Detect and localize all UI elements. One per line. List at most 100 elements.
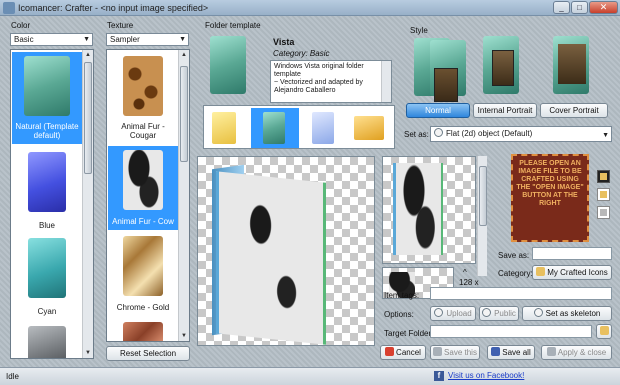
save-as-field[interactable] bbox=[532, 247, 612, 260]
save-icon bbox=[433, 347, 443, 356]
texture-item-label: Chrome - Gold bbox=[116, 303, 170, 312]
scroll-up-icon[interactable]: ▲ bbox=[179, 50, 189, 60]
facebook-link[interactable]: Visit us on Facebook! bbox=[448, 371, 524, 380]
texture-list-scrollbar[interactable]: ▲ ▼ bbox=[178, 50, 189, 341]
save-all-button[interactable]: Save all bbox=[487, 345, 535, 360]
texture-item-cow[interactable]: Animal Fur - Cow bbox=[108, 146, 178, 230]
color-item-gray[interactable] bbox=[12, 322, 82, 358]
template-strip-selected[interactable] bbox=[251, 108, 299, 148]
status-text: Idle bbox=[6, 372, 19, 381]
edit-icon bbox=[600, 209, 607, 216]
cover-image bbox=[558, 44, 586, 84]
folder-icon bbox=[600, 191, 607, 198]
radio-icon bbox=[434, 128, 443, 137]
scroll-thumb[interactable] bbox=[180, 66, 188, 162]
open-image-message: PLEASE OPEN AN IMAGE FILE TO BE CRAFTED … bbox=[511, 154, 589, 242]
folder-icon bbox=[599, 326, 609, 335]
color-dropdown[interactable]: Basic ▼ bbox=[10, 33, 93, 46]
save-all-label: Save all bbox=[502, 348, 531, 357]
set-as-skeleton-option[interactable]: Set as skeleton bbox=[522, 306, 612, 321]
small-preview-folder bbox=[393, 163, 443, 255]
template-category: Category: Basic bbox=[273, 49, 330, 58]
style-label: Style bbox=[410, 26, 428, 35]
set-as-dropdown[interactable]: Flat (2d) object (Default) ▼ bbox=[430, 126, 612, 142]
main-area: Color Basic ▼ Natural (Template default)… bbox=[0, 16, 620, 367]
style-cover-portrait-button[interactable]: Cover Portrait bbox=[540, 103, 608, 118]
close-button[interactable]: ✕ bbox=[589, 1, 618, 14]
open-image-button[interactable] bbox=[597, 170, 610, 183]
scroll-down-icon[interactable]: ▼ bbox=[83, 348, 93, 358]
preview-size: 128 x bbox=[459, 278, 479, 287]
facebook-icon[interactable]: f bbox=[434, 371, 444, 381]
save-this-button[interactable]: Save this bbox=[430, 345, 480, 360]
close-icon: ✕ bbox=[599, 2, 608, 12]
color-list-scrollbar[interactable]: ▲ ▼ bbox=[82, 50, 93, 358]
maximize-icon: □ bbox=[577, 3, 582, 12]
folder-button[interactable] bbox=[597, 188, 610, 201]
category-value: My Crafted Icons bbox=[547, 268, 608, 277]
texture-cow-icon bbox=[123, 150, 163, 210]
edit-button[interactable] bbox=[597, 206, 610, 219]
minimize-button[interactable]: _ bbox=[553, 1, 570, 14]
options-label: Options: bbox=[384, 310, 414, 319]
folder-xp-icon[interactable] bbox=[212, 112, 236, 144]
color-item-blue[interactable]: Blue bbox=[12, 148, 82, 234]
color-item-natural[interactable]: Natural (Template default) bbox=[12, 52, 82, 144]
set-as-label: Set as: bbox=[404, 130, 429, 139]
texture-item-gold[interactable]: Chrome - Gold bbox=[108, 232, 178, 316]
color-list[interactable]: Natural (Template default) Blue Cyan ▲ ▼ bbox=[10, 49, 94, 359]
maximize-button[interactable]: □ bbox=[571, 1, 588, 14]
item-tags-field[interactable] bbox=[430, 287, 612, 300]
status-bar: Idle f Visit us on Facebook! bbox=[0, 367, 620, 385]
public-label: Public bbox=[494, 309, 516, 318]
texture-copper-icon bbox=[123, 322, 163, 341]
upload-option[interactable]: Upload bbox=[430, 306, 476, 321]
texture-item-cougar[interactable]: Animal Fur - Cougar bbox=[108, 52, 178, 144]
browse-folder-button[interactable] bbox=[596, 324, 612, 339]
public-option[interactable]: Public bbox=[479, 306, 519, 321]
color-item-label: Cyan bbox=[37, 307, 57, 316]
style-normal-button[interactable]: Normal bbox=[406, 103, 470, 118]
message-text: PLEASE OPEN AN IMAGE FILE TO BE CRAFTED … bbox=[516, 160, 584, 207]
upload-label: Upload bbox=[446, 309, 472, 318]
category-button[interactable]: My Crafted Icons bbox=[532, 265, 612, 280]
style-cover-preview[interactable] bbox=[478, 34, 526, 104]
title-bar: Icomancer: Crafter - <no input image spe… bbox=[0, 0, 620, 16]
folder-icon bbox=[536, 267, 546, 276]
color-item-cyan[interactable]: Cyan bbox=[12, 234, 82, 320]
description-scrollbar[interactable] bbox=[381, 61, 391, 102]
style-internal-preview[interactable] bbox=[420, 38, 468, 108]
folder-open-icon[interactable] bbox=[354, 116, 384, 140]
apply-close-button[interactable]: Apply & close bbox=[541, 345, 612, 360]
scroll-thumb[interactable] bbox=[479, 166, 487, 226]
target-folder-field[interactable] bbox=[430, 325, 592, 338]
chevron-down-icon: ▼ bbox=[602, 132, 609, 139]
item-tags-label: Item tags: bbox=[384, 291, 420, 300]
texture-list[interactable]: Animal Fur - Cougar Animal Fur - Cow Chr… bbox=[106, 49, 190, 342]
scroll-thumb[interactable] bbox=[84, 62, 92, 174]
cover-image bbox=[492, 50, 514, 86]
radio-icon bbox=[482, 308, 492, 317]
scroll-down-icon[interactable]: ▼ bbox=[179, 331, 189, 341]
texture-dropdown[interactable]: Sampler ▼ bbox=[106, 33, 189, 46]
image-icon bbox=[600, 173, 607, 180]
folder-vista-icon bbox=[210, 36, 246, 94]
texture-item-label: Animal Fur - Cougar bbox=[121, 122, 165, 140]
radio-icon bbox=[533, 308, 543, 317]
texture-item-copper[interactable] bbox=[108, 318, 178, 341]
small-preview bbox=[382, 156, 476, 264]
radio-icon bbox=[434, 308, 444, 317]
cancel-button[interactable]: Cancel bbox=[380, 345, 426, 360]
style-cover-preview-2[interactable] bbox=[548, 34, 596, 104]
folder-aero-icon[interactable] bbox=[312, 112, 334, 144]
texture-gold-icon bbox=[123, 236, 163, 296]
style-internal-portrait-button[interactable]: Internal Portrait bbox=[473, 103, 537, 118]
template-preview bbox=[205, 34, 260, 96]
reset-selection-button[interactable]: Reset Selection bbox=[106, 346, 190, 361]
folder-gray-icon bbox=[28, 326, 66, 358]
color-item-label: Blue bbox=[38, 221, 55, 230]
size-up-arrow[interactable]: ^ bbox=[463, 268, 467, 277]
scroll-up-icon[interactable]: ▲ bbox=[83, 50, 93, 60]
template-strip[interactable] bbox=[203, 105, 395, 149]
preview-scrollbar[interactable] bbox=[477, 156, 487, 276]
